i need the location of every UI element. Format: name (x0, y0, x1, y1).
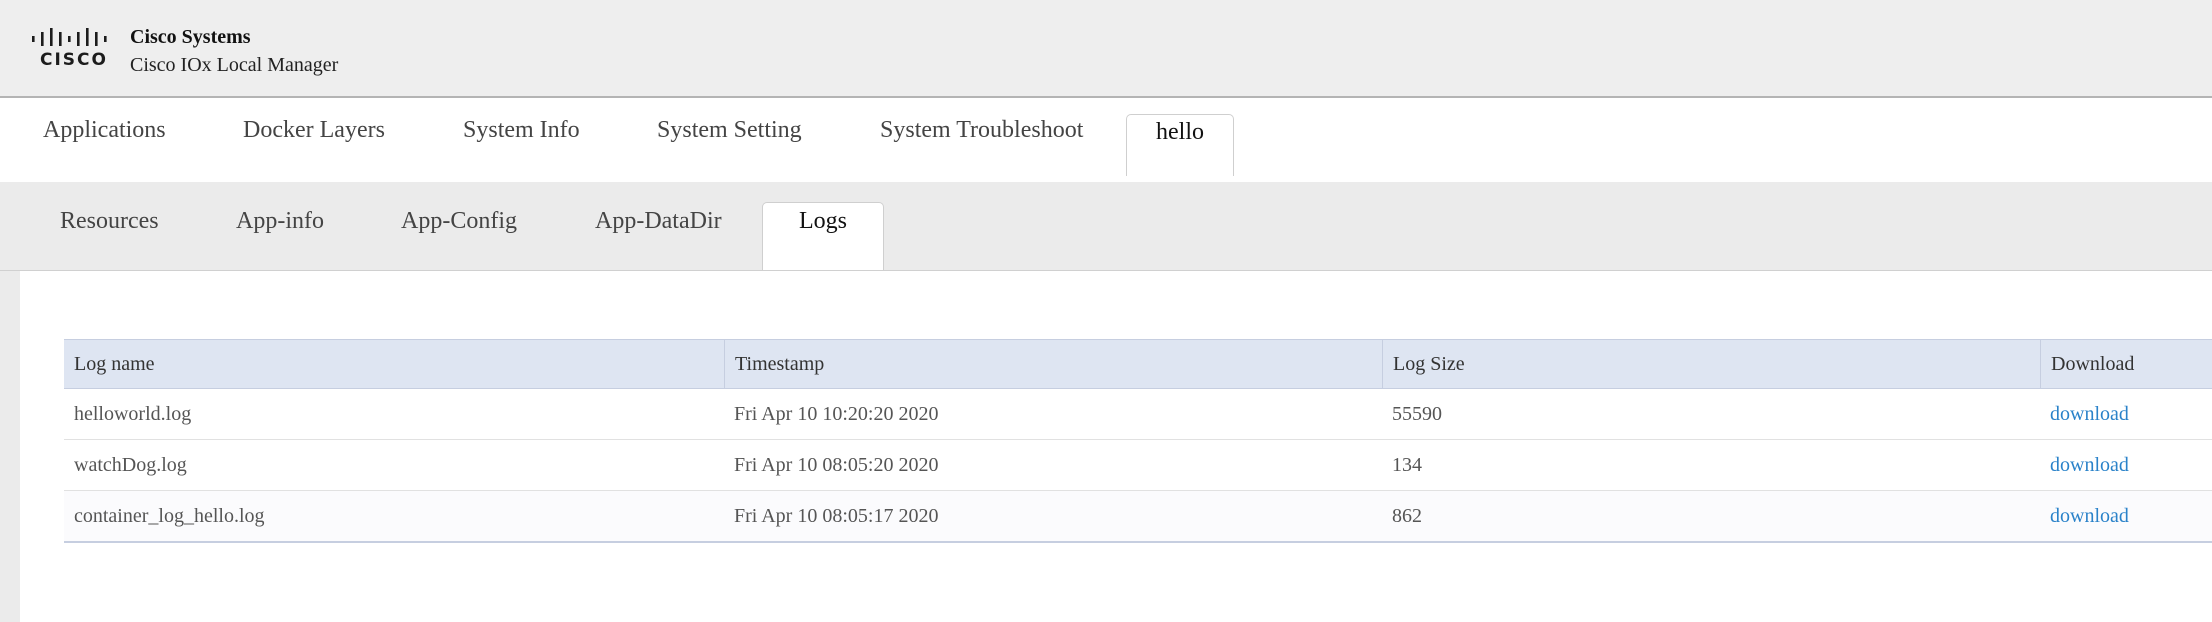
main-tab-bar: Applications Docker Layers System Info S… (0, 98, 2212, 182)
logs-content: Log name Timestamp Log Size Download hel… (20, 271, 2212, 622)
log-size-cell: 134 (1392, 454, 1422, 476)
product-name: Cisco IOx Local Manager (130, 54, 339, 76)
tab-hello[interactable]: hello (1126, 114, 1234, 176)
log-name-cell: helloworld.log (74, 403, 192, 425)
tab-app-datadir[interactable]: App-DataDir (595, 208, 722, 235)
table-row: container_log_hello.log Fri Apr 10 08:05… (64, 491, 2212, 543)
tab-app-info[interactable]: App-info (236, 208, 324, 235)
tab-docker-layers[interactable]: Docker Layers (243, 118, 385, 162)
cisco-logo: CISCO (30, 24, 114, 70)
timestamp-cell: Fri Apr 10 08:05:20 2020 (734, 454, 939, 476)
logo-wordmark: CISCO (40, 50, 108, 70)
log-size-cell: 862 (1392, 505, 1422, 527)
tab-app-config[interactable]: App-Config (401, 208, 517, 235)
download-link[interactable]: download (2050, 454, 2129, 476)
download-cell: download (2040, 491, 2212, 541)
column-header-timestamp[interactable]: Timestamp (724, 340, 1382, 388)
download-link[interactable]: download (2050, 505, 2129, 527)
logs-table: Log name Timestamp Log Size Download hel… (64, 339, 2212, 543)
download-cell: download (2040, 389, 2212, 439)
column-header-log-size[interactable]: Log Size (1382, 340, 2040, 388)
app-detail-panel: Resources App-info App-Config App-DataDi… (0, 182, 2212, 622)
log-name-cell: watchDog.log (74, 454, 187, 476)
company-name: Cisco Systems (130, 26, 251, 48)
table-row: helloworld.log Fri Apr 10 10:20:20 2020 … (64, 389, 2212, 440)
app-header: CISCO Cisco Systems Cisco IOx Local Mana… (0, 0, 2212, 98)
download-cell: download (2040, 440, 2212, 490)
tab-system-info[interactable]: System Info (463, 118, 580, 162)
sub-tab-bar: Resources App-info App-Config App-DataDi… (0, 182, 2212, 271)
cisco-bars-icon (32, 28, 107, 46)
table-row: watchDog.log Fri Apr 10 08:05:20 2020 13… (64, 440, 2212, 491)
download-link[interactable]: download (2050, 403, 2129, 425)
log-name-cell: container_log_hello.log (74, 505, 265, 527)
column-header-log-name[interactable]: Log name (64, 340, 724, 388)
log-size-cell: 55590 (1392, 403, 1442, 425)
tab-system-setting[interactable]: System Setting (657, 118, 802, 162)
tab-logs[interactable]: Logs (762, 202, 884, 270)
column-header-download[interactable]: Download (2040, 340, 2212, 388)
timestamp-cell: Fri Apr 10 08:05:17 2020 (734, 505, 939, 527)
tab-applications[interactable]: Applications (43, 118, 166, 162)
timestamp-cell: Fri Apr 10 10:20:20 2020 (734, 403, 939, 425)
table-header-row: Log name Timestamp Log Size Download (64, 339, 2212, 389)
tab-resources[interactable]: Resources (60, 208, 159, 235)
tab-system-troubleshoot[interactable]: System Troubleshoot (880, 118, 1083, 162)
